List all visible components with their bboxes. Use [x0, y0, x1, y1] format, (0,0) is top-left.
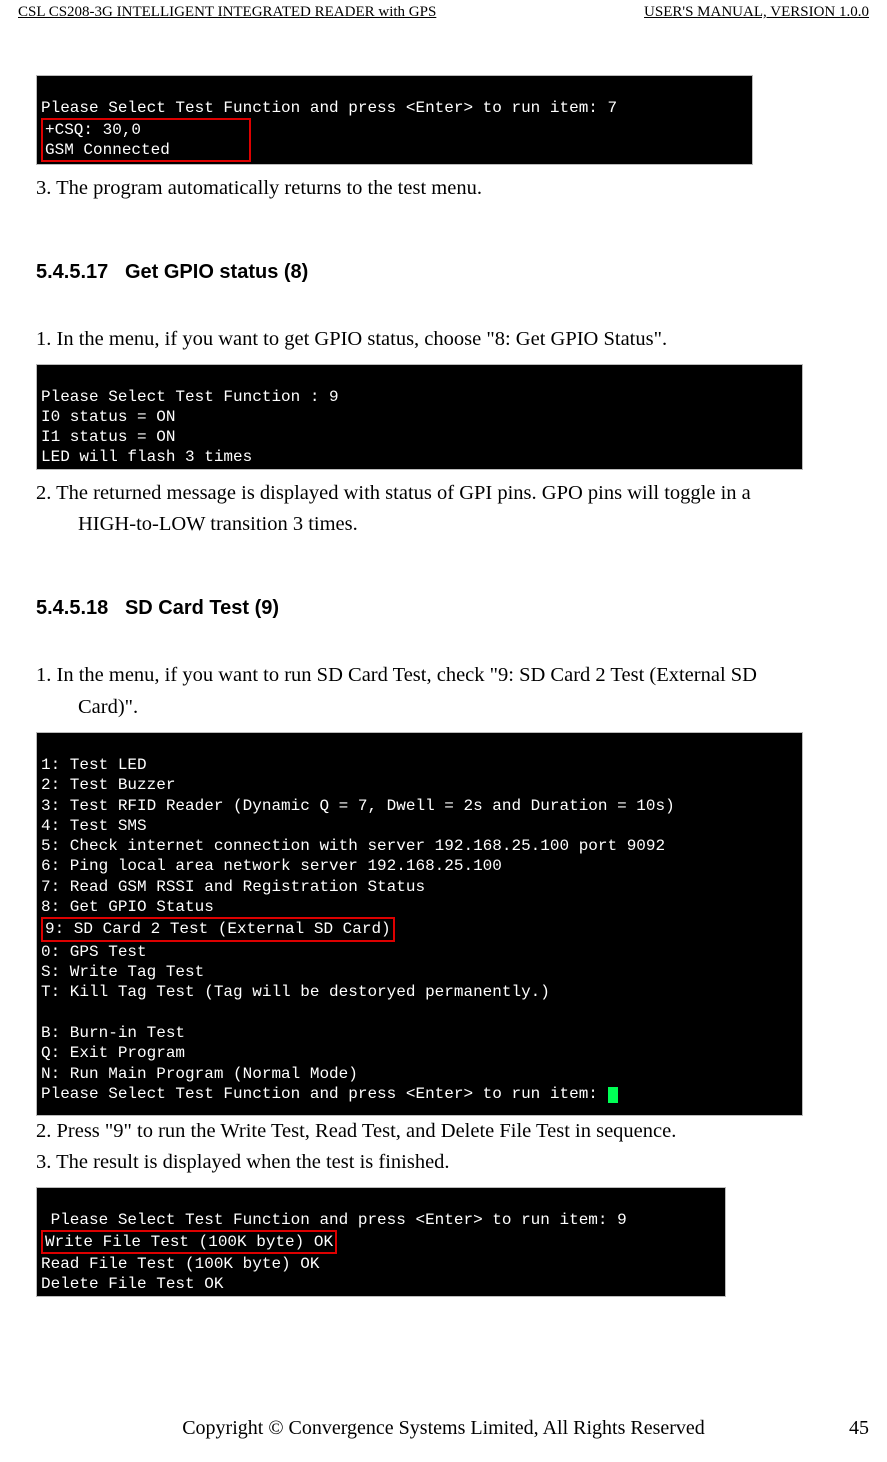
- terminal-line: 8: Get GPIO Status: [41, 898, 214, 916]
- terminal-line: 9: SD Card 2 Test (External SD Card): [45, 920, 391, 938]
- section-heading: 5.4.5.18 SD Card Test (9): [36, 597, 857, 620]
- section-title: Get GPIO status (8): [125, 261, 308, 283]
- terminal-line: S: Write Tag Test: [41, 963, 204, 981]
- terminal-line: Write File Test (100K byte) OK: [45, 1233, 333, 1251]
- section-heading: 5.4.5.17 Get GPIO status (8): [36, 261, 857, 284]
- step-text: 2. The returned message is displayed wit…: [36, 478, 857, 510]
- step-text: 2. Press "9" to run the Write Test, Read…: [36, 1116, 857, 1148]
- terminal-line: GSM Connected: [45, 141, 247, 159]
- terminal-line: 3: Test RFID Reader (Dynamic Q = 7, Dwel…: [41, 797, 675, 815]
- terminal-line: 1: Test LED: [41, 756, 147, 774]
- terminal-line: Please Select Test Function and press <E…: [41, 1211, 627, 1229]
- step-text: 3. The result is displayed when the test…: [36, 1147, 857, 1179]
- terminal-menu: 1: Test LED 2: Test Buzzer 3: Test RFID …: [36, 732, 803, 1116]
- terminal-line: I1 status = ON: [41, 428, 175, 446]
- cursor-icon: [608, 1087, 618, 1103]
- terminal-highlight-box: +CSQ: 30,0 GSM Connected: [41, 118, 251, 162]
- footer-copyright: Copyright © Convergence Systems Limited,…: [0, 1417, 887, 1440]
- terminal-line: I0 status = ON: [41, 408, 175, 426]
- header-left: CSL CS208-3G INTELLIGENT INTEGRATED READ…: [18, 4, 436, 21]
- terminal-line: Please Select Test Function : 9: [41, 388, 339, 406]
- terminal-line: 6: Ping local area network server 192.16…: [41, 857, 502, 875]
- terminal-line: 2: Test Buzzer: [41, 776, 175, 794]
- terminal-line: 7: Read GSM RSSI and Registration Status: [41, 878, 425, 896]
- terminal-line: N: Run Main Program (Normal Mode): [41, 1065, 358, 1083]
- section-number: 5.4.5.18: [36, 597, 108, 619]
- page-footer: Copyright © Convergence Systems Limited,…: [0, 1417, 887, 1440]
- terminal-line: B: Burn-in Test: [41, 1024, 185, 1042]
- step-text-cont: HIGH-to-LOW transition 3 times.: [36, 509, 857, 541]
- terminal-line: Read File Test (100K byte) OK: [41, 1255, 319, 1273]
- terminal-line: Please Select Test Function and press <E…: [41, 1085, 608, 1103]
- terminal-line: +CSQ: 30,0: [45, 121, 247, 139]
- terminal-sd-result: Please Select Test Function and press <E…: [36, 1187, 726, 1297]
- header-right: USER'S MANUAL, VERSION 1.0.0: [644, 4, 869, 21]
- terminal-line: LED will flash 3 times: [41, 448, 252, 466]
- terminal-gpio: Please Select Test Function : 9 I0 statu…: [36, 364, 803, 470]
- step-text: 1. In the menu, if you want to get GPIO …: [36, 324, 857, 356]
- section-number: 5.4.5.17: [36, 261, 108, 283]
- terminal-line: 0: GPS Test: [41, 943, 147, 961]
- terminal-line: Please Select Test Function and press <E…: [41, 99, 617, 117]
- document-page: CSL CS208-3G INTELLIGENT INTEGRATED READ…: [0, 0, 887, 1462]
- step-text-cont: Card)".: [36, 692, 857, 724]
- terminal-line: Delete File Test OK: [41, 1275, 223, 1293]
- section-title: SD Card Test (9): [125, 597, 279, 619]
- terminal-line: 5: Check internet connection with server…: [41, 837, 665, 855]
- terminal-line: 4: Test SMS: [41, 817, 147, 835]
- step-text: 3. The program automatically returns to …: [36, 173, 857, 205]
- terminal-highlight-box: Write File Test (100K byte) OK: [41, 1230, 337, 1254]
- page-header: CSL CS208-3G INTELLIGENT INTEGRATED READ…: [18, 4, 869, 21]
- terminal-line: T: Kill Tag Test (Tag will be destoryed …: [41, 983, 550, 1001]
- page-content: Please Select Test Function and press <E…: [18, 75, 869, 1297]
- terminal-highlight-box: 9: SD Card 2 Test (External SD Card): [41, 917, 395, 941]
- terminal-csq: Please Select Test Function and press <E…: [36, 75, 753, 165]
- step-text: 1. In the menu, if you want to run SD Ca…: [36, 660, 857, 692]
- terminal-line: Q: Exit Program: [41, 1044, 185, 1062]
